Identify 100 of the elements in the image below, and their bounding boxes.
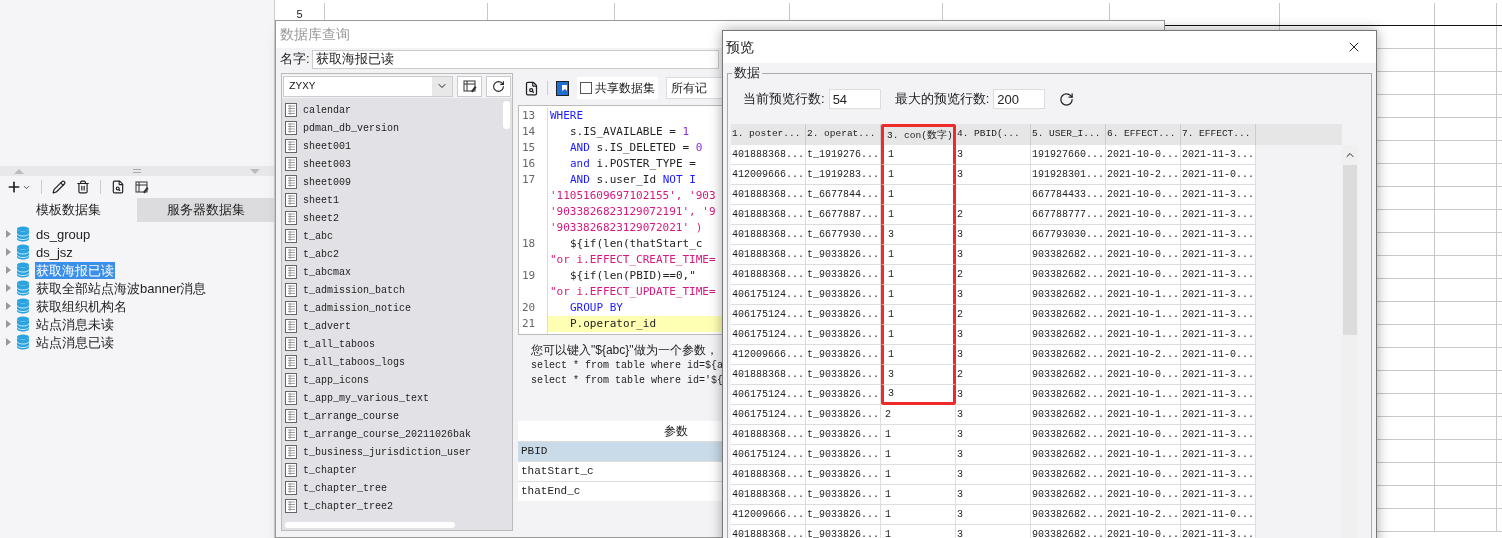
table-icon [285, 499, 297, 513]
scrollbar[interactable] [1342, 145, 1358, 538]
expand-icon[interactable] [6, 266, 11, 274]
share-checkbox[interactable]: 共享数据集 [577, 77, 658, 99]
table-name[interactable]: calendar [303, 102, 351, 118]
table-cell: 2021-10-0... [1106, 185, 1181, 205]
table-cell: 1 [881, 185, 956, 205]
connection-dropdown[interactable]: ZYXY [283, 75, 453, 97]
table-icon [285, 139, 297, 153]
table-name[interactable]: t_all_taboos [303, 336, 375, 352]
table-name[interactable]: sheet003 [303, 156, 351, 172]
scrollbar-thumb[interactable] [285, 522, 455, 528]
database-icon [16, 298, 30, 314]
code-line: AND s.IS_DELETED = 0 [569, 140, 704, 156]
dataset-item[interactable]: 站点消息未读 [35, 315, 115, 333]
table-cell: 2021-11-0... [1181, 165, 1256, 185]
edit-table-icon [462, 79, 477, 93]
table-cell: 2 [956, 205, 1031, 225]
sql-editor[interactable] [518, 105, 724, 335]
table-name[interactable]: sheet1 [303, 192, 339, 208]
table-cell: 2021-10-0... [1106, 485, 1181, 505]
table-name[interactable]: t_abcmax [303, 264, 351, 280]
table-name[interactable]: t_app_my_various_text [303, 390, 430, 406]
table-name[interactable]: t_abc2 [303, 246, 339, 262]
table-cell: t_1919276... [806, 145, 881, 165]
edit-table-icon[interactable] [135, 180, 149, 194]
current-rows-field[interactable]: 54 [828, 89, 881, 109]
code-line: and i.POSTER_TYPE = [569, 156, 697, 172]
table-name[interactable]: t_business_jurisdiction_user [303, 444, 472, 460]
table-cell: 2021-11-3... [1181, 425, 1256, 445]
table-cell: 1 [881, 425, 956, 445]
records-dropdown[interactable]: 所有记 [666, 77, 724, 99]
param-row[interactable]: thatStart_c [518, 461, 724, 481]
edit-connection-button[interactable] [457, 75, 482, 97]
table-name[interactable]: t_all_taboos_logs [303, 354, 406, 370]
table-name[interactable]: sheet2 [303, 210, 339, 226]
refresh-button[interactable] [486, 75, 511, 97]
preview-icon[interactable] [111, 180, 125, 194]
pencil-icon[interactable] [52, 180, 66, 194]
table-cell: 406175124... [731, 285, 806, 305]
code-line: WHERE [549, 108, 585, 124]
table-name[interactable]: t_arrange_course_20211026bak [303, 426, 472, 442]
refresh-icon[interactable] [1059, 91, 1075, 107]
table-name[interactable]: t_chapter_tree [303, 480, 387, 496]
table-name[interactable]: t_chapter_tree2 [303, 498, 393, 514]
column-header: 参数 [663, 423, 688, 440]
table-cell: 2021-11-3... [1181, 465, 1256, 485]
max-rows-field[interactable]: 200 [993, 89, 1046, 109]
table-cell: 3 [881, 385, 956, 405]
table-cell: 2 [956, 265, 1031, 285]
line-number: 15 [522, 139, 536, 156]
table-cell: 903382682... [1031, 265, 1106, 285]
add-button[interactable] [6, 179, 31, 195]
table-name[interactable]: t_advert [303, 318, 351, 334]
expand-icon[interactable] [6, 302, 11, 310]
dataset-item[interactable]: ds_group [35, 225, 92, 243]
table-cell: t_9033826... [806, 325, 881, 345]
table-name[interactable]: t_app_icons [303, 372, 369, 388]
table-cell: t_9033826... [806, 445, 881, 465]
scrollbar-thumb[interactable] [1343, 165, 1357, 335]
param-row[interactable]: thatEnd_c [518, 481, 724, 501]
table-icon [285, 175, 297, 189]
param-row[interactable]: PBID [518, 441, 724, 461]
table-cell: 2021-11-3... [1181, 365, 1256, 385]
table-name[interactable]: t_arrange_course [303, 408, 399, 424]
dataset-item[interactable]: ds_jsz [35, 243, 74, 261]
table-name[interactable]: t_chapter [303, 462, 357, 478]
trash-icon[interactable] [76, 180, 90, 194]
expand-icon[interactable] [6, 230, 11, 238]
down-arrow-icon [250, 168, 260, 174]
name-field[interactable]: 获取海报已读 [311, 49, 719, 69]
table-icon [285, 103, 297, 117]
table-cell: 2021-10-0... [1106, 205, 1181, 225]
table-cell: 2021-10-0... [1106, 245, 1181, 265]
dataset-tab[interactable]: 服务器数据集 [137, 198, 274, 222]
table-cell: 1 [881, 285, 956, 305]
table-name[interactable]: t_abc [303, 228, 333, 244]
table-cell: 3 [956, 145, 1031, 165]
expand-icon[interactable] [6, 248, 11, 256]
table-name[interactable]: pdman_db_version [303, 120, 399, 136]
table-icon [285, 247, 297, 261]
expand-icon[interactable] [6, 320, 11, 328]
row-number: 5 [296, 6, 303, 22]
expand-icon[interactable] [6, 338, 11, 346]
code-line: '9033826823129072191', '9 [549, 204, 717, 220]
scrollbar-thumb[interactable] [503, 101, 510, 129]
table-cell: 2021-11-3... [1181, 245, 1256, 265]
dataset-item[interactable]: 获取全部站点海波banner消息 [35, 279, 208, 297]
preview-icon[interactable] [524, 80, 539, 96]
table-name[interactable]: sheet009 [303, 174, 351, 190]
code-line: "or i.EFFECT_UPDATE_TIME= [549, 284, 717, 300]
expand-icon[interactable] [6, 284, 11, 292]
dataset-item[interactable]: 获取组织机构名 [35, 297, 128, 315]
table-cell: 406175124... [731, 325, 806, 345]
dataset-item[interactable]: 站点消息已读 [35, 333, 115, 351]
line-number: 18 [522, 235, 536, 252]
table-name[interactable]: t_admission_batch [303, 282, 406, 298]
table-name[interactable]: sheet001 [303, 138, 351, 154]
table-name[interactable]: t_admission_notice [303, 300, 412, 316]
document-icon[interactable] [556, 80, 569, 96]
